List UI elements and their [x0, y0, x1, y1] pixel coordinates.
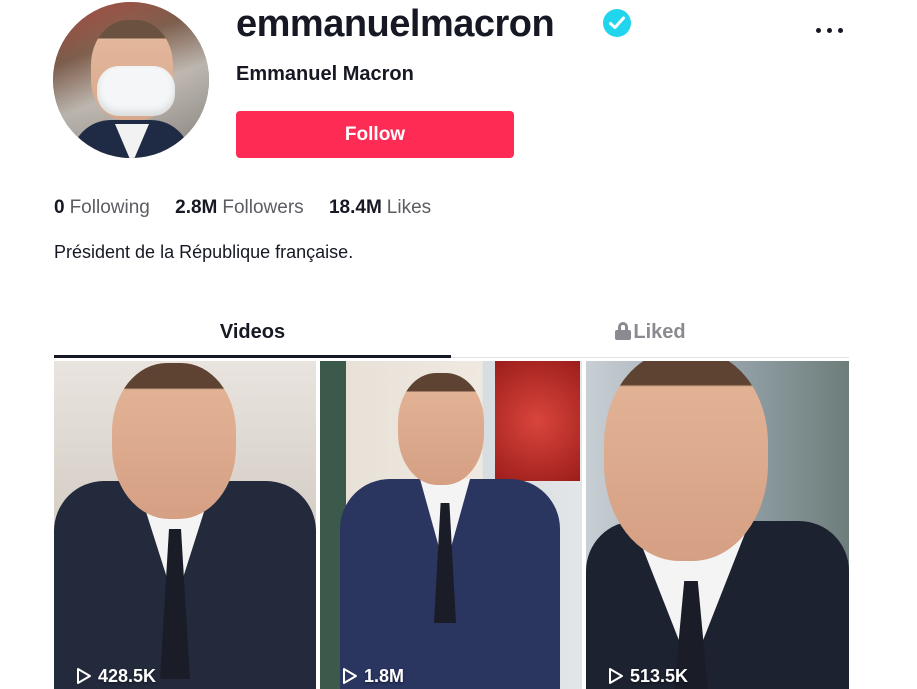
likes-count: 18.4M	[328, 197, 382, 218]
tab-liked[interactable]: Liked	[452, 312, 849, 358]
following-count: 0	[54, 197, 65, 218]
video-view-count: 513.5K	[608, 665, 688, 687]
video-views-label: 513.5K	[630, 666, 689, 686]
video-thumbnail[interactable]: 513.5K	[586, 361, 849, 689]
play-icon	[76, 667, 92, 685]
followers-stat[interactable]: 2.8M Followers	[175, 196, 304, 220]
verified-badge-icon	[603, 9, 631, 37]
play-icon	[608, 667, 624, 685]
video-view-count: 428.5K	[76, 665, 156, 687]
profile-display-name: Emmanuel Macron	[236, 63, 414, 85]
video-views-label: 1.8M	[364, 666, 405, 686]
following-stat[interactable]: 0 Following	[54, 196, 150, 220]
profile-tabs: Videos Liked	[54, 312, 849, 358]
video-thumbnail-face	[604, 361, 768, 561]
video-views-label: 428.5K	[98, 666, 157, 686]
more-options-icon[interactable]	[812, 18, 848, 42]
followers-label: Followers	[222, 197, 304, 218]
video-thumbnail[interactable]: 1.8M	[320, 361, 582, 689]
profile-stats: 0 Following 2.8M Followers 18.4M Likes	[54, 196, 451, 220]
play-icon	[342, 667, 358, 685]
video-view-count: 1.8M	[342, 665, 404, 687]
tab-videos[interactable]: Videos	[54, 312, 451, 358]
profile-username: emmanuelmacron	[236, 3, 555, 45]
video-grid: 428.5K 1.8M 513.5K	[54, 361, 849, 689]
video-thumbnail-face	[398, 373, 484, 485]
avatar-face-mask	[97, 66, 175, 116]
tab-liked-label: Liked	[633, 321, 686, 343]
video-thumbnail[interactable]: 428.5K	[54, 361, 316, 689]
lock-icon	[615, 322, 632, 340]
tab-videos-label: Videos	[219, 321, 286, 343]
video-thumbnail-painting	[495, 361, 580, 481]
following-label: Following	[69, 197, 150, 218]
likes-stat: 18.4M Likes	[329, 196, 431, 220]
profile-bio: Président de la République française.	[54, 242, 354, 262]
profile-avatar	[53, 2, 209, 158]
likes-label: Likes	[386, 197, 432, 218]
video-thumbnail-face	[112, 363, 236, 519]
followers-count: 2.8M	[175, 197, 218, 218]
follow-button[interactable]: Follow	[236, 111, 514, 158]
